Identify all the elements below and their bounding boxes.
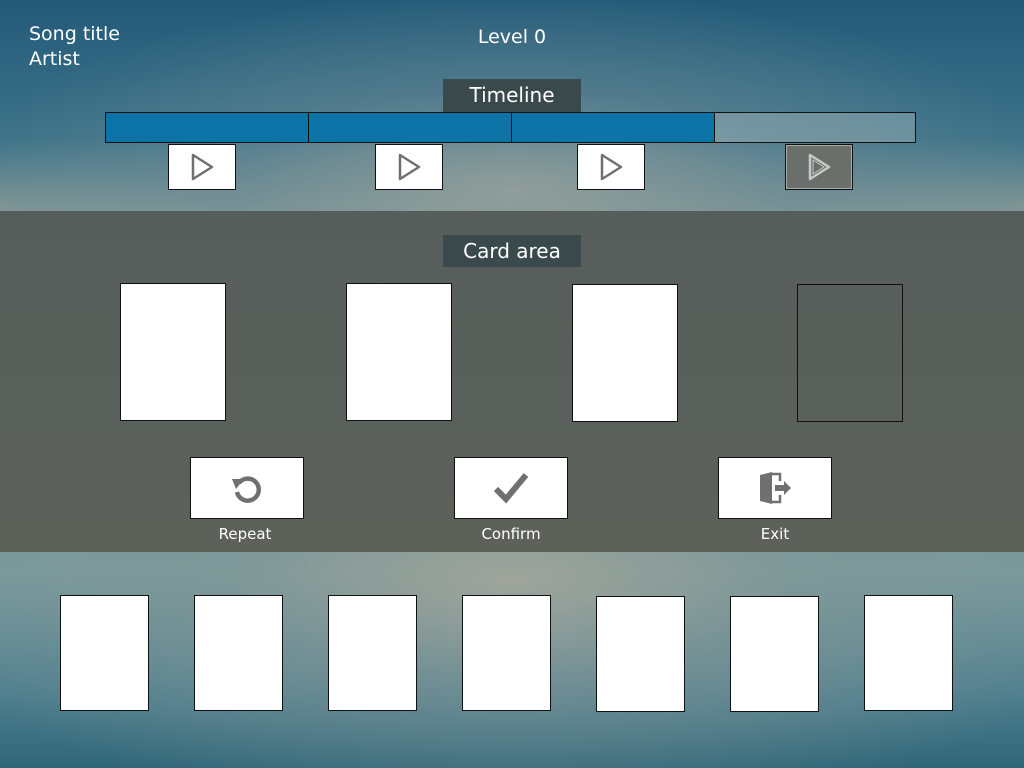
hand-card-2[interactable] bbox=[194, 595, 283, 711]
play-button-3[interactable] bbox=[577, 144, 645, 190]
exit-label: Exit bbox=[760, 525, 790, 543]
hand-card-6[interactable] bbox=[730, 596, 819, 712]
play-button-1[interactable] bbox=[168, 144, 236, 190]
hand-card-4[interactable] bbox=[462, 595, 551, 711]
song-info: Song title Artist bbox=[29, 22, 120, 72]
hand-card-3[interactable] bbox=[328, 595, 417, 711]
repeat-button[interactable] bbox=[190, 457, 304, 519]
hand-card-5[interactable] bbox=[596, 596, 685, 712]
repeat-label: Repeat bbox=[218, 525, 272, 543]
card-slot-4[interactable] bbox=[797, 284, 903, 422]
play-button-4[interactable] bbox=[785, 144, 853, 190]
play-icon bbox=[808, 153, 831, 181]
exit-button[interactable] bbox=[718, 457, 832, 519]
song-title: Song title bbox=[29, 23, 120, 45]
timeline-label: Timeline bbox=[443, 79, 581, 112]
card-area-label: Card area bbox=[443, 235, 581, 267]
play-icon bbox=[398, 153, 421, 181]
repeat-icon bbox=[232, 476, 261, 503]
timeline-segment-1 bbox=[106, 113, 309, 142]
play-button-2[interactable] bbox=[375, 144, 443, 190]
checkmark-icon bbox=[493, 473, 529, 504]
exit-door-icon bbox=[760, 472, 791, 504]
play-icon bbox=[600, 153, 623, 181]
hand-card-1[interactable] bbox=[60, 595, 149, 711]
card-slot-3[interactable] bbox=[572, 284, 678, 422]
hand-card-7[interactable] bbox=[864, 595, 953, 711]
confirm-button[interactable] bbox=[454, 457, 568, 519]
timeline-bar bbox=[105, 112, 916, 143]
timeline-segment-4 bbox=[715, 113, 915, 142]
level-indicator: Level 0 bbox=[477, 26, 547, 48]
card-slot-2[interactable] bbox=[346, 283, 452, 421]
confirm-label: Confirm bbox=[481, 525, 541, 543]
artist-name: Artist bbox=[29, 48, 80, 70]
play-icon bbox=[191, 153, 214, 181]
timeline-segment-3 bbox=[512, 113, 715, 142]
card-slot-1[interactable] bbox=[120, 283, 226, 421]
timeline-segment-2 bbox=[309, 113, 512, 142]
